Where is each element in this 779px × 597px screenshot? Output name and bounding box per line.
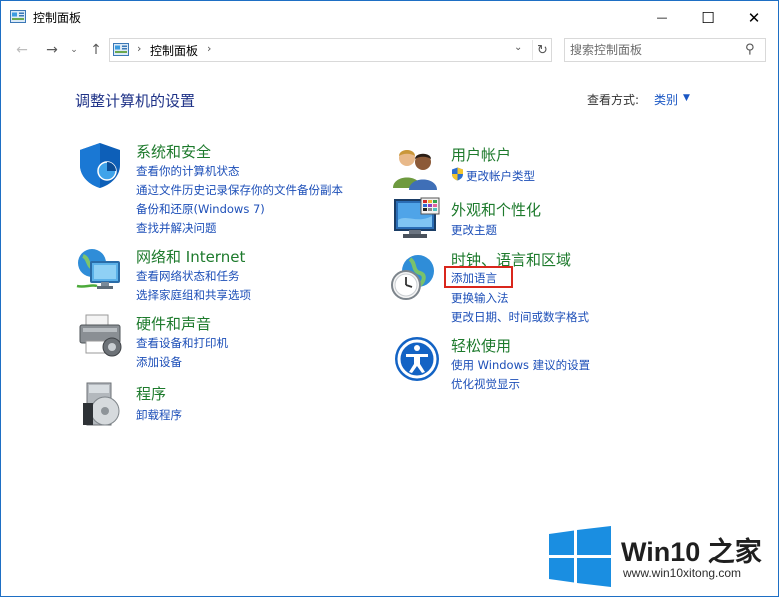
link-homegroup[interactable]: 选择家庭组和共享选项: [136, 287, 251, 303]
search-box[interactable]: ⚲: [564, 38, 766, 62]
recent-locations-button[interactable]: ⌄: [67, 39, 81, 61]
link-optimize-visual-display[interactable]: 优化视觉显示: [451, 376, 520, 392]
maximize-button[interactable]: ☐: [685, 1, 731, 34]
appearance-monitor-icon[interactable]: [393, 196, 441, 244]
watermark-title: Win10 之家: [621, 537, 762, 567]
back-button[interactable]: ←: [11, 39, 33, 61]
minimize-icon: —: [656, 11, 668, 24]
window-title: 控制面板: [33, 11, 82, 25]
link-uninstall-program[interactable]: 卸载程序: [136, 407, 182, 423]
clock-globe-icon[interactable]: [390, 253, 438, 301]
address-dropdown-icon[interactable]: ⌄: [514, 42, 522, 53]
breadcrumb-separator[interactable]: ›: [207, 42, 211, 55]
arrow-right-icon: →: [46, 42, 58, 58]
category-appearance[interactable]: 外观和个性化: [451, 199, 541, 220]
close-icon: ✕: [747, 8, 761, 27]
windows-logo-icon: [549, 526, 611, 587]
category-hardware-sound[interactable]: 硬件和声音: [136, 313, 211, 334]
view-by-dropdown[interactable]: 类别: [654, 91, 678, 108]
search-icon[interactable]: ⚲: [745, 42, 755, 57]
watermark-url: www.win10xitong.com: [623, 566, 742, 580]
uac-shield-icon: [452, 167, 463, 181]
arrow-up-icon: ↑: [90, 42, 102, 58]
category-ease-of-access[interactable]: 轻松使用: [451, 335, 511, 356]
link-change-input-method[interactable]: 更换输入法: [451, 290, 509, 306]
link-change-theme[interactable]: 更改主题: [451, 222, 497, 238]
link-network-status[interactable]: 查看网络状态和任务: [136, 268, 240, 284]
arrow-left-icon: ←: [16, 42, 28, 58]
minimize-button[interactable]: —: [639, 1, 685, 34]
refresh-button[interactable]: ↻: [532, 40, 552, 60]
page-title: 调整计算机的设置: [75, 92, 196, 110]
link-troubleshoot[interactable]: 查找并解决问题: [136, 220, 217, 236]
close-button[interactable]: ✕: [731, 1, 777, 34]
network-globe-icon[interactable]: [75, 246, 123, 294]
refresh-icon: ↻: [537, 42, 548, 58]
breadcrumb[interactable]: 控制面板: [150, 42, 198, 59]
link-add-device[interactable]: 添加设备: [136, 354, 182, 370]
control-panel-icon: [113, 43, 129, 56]
up-button[interactable]: ↑: [86, 39, 106, 61]
shield-icon[interactable]: [76, 141, 124, 189]
address-bar[interactable]: › 控制面板 › ⌄ ↻: [109, 38, 552, 62]
control-panel-icon: [10, 10, 26, 23]
maximize-icon: ☐: [701, 8, 715, 27]
chevron-down-icon: ⌄: [70, 45, 78, 55]
search-input[interactable]: [570, 41, 740, 59]
control-panel-window: 控制面板 — ☐ ✕ ← → ⌄ ↑ › 控制面板 › ⌄ ↻ 搜索控制面板 ⚲…: [0, 0, 779, 597]
link-file-history[interactable]: 通过文件历史记录保存你的文件备份副本: [136, 182, 343, 198]
link-change-date-time-format[interactable]: 更改日期、时间或数字格式: [451, 309, 589, 325]
title-bar: 控制面板 — ☐ ✕: [1, 1, 778, 34]
link-backup-restore[interactable]: 备份和还原(Windows 7): [136, 201, 265, 217]
user-accounts-icon[interactable]: [391, 144, 439, 192]
ease-of-access-icon[interactable]: [393, 335, 441, 383]
category-user-accounts[interactable]: 用户帐户: [451, 144, 511, 165]
programs-icon[interactable]: [79, 381, 127, 429]
breadcrumb-separator[interactable]: ›: [137, 42, 141, 55]
link-view-computer-status[interactable]: 查看你的计算机状态: [136, 163, 240, 179]
link-change-account-type[interactable]: 更改帐户类型: [466, 168, 535, 184]
category-network-internet[interactable]: 网络和 Internet: [136, 246, 245, 267]
view-by-label: 查看方式:: [587, 93, 640, 107]
printer-icon[interactable]: [76, 311, 124, 359]
link-recommended-settings[interactable]: 使用 Windows 建议的设置: [451, 357, 590, 373]
navigation-bar: ← → ⌄ ↑ › 控制面板 › ⌄ ↻ 搜索控制面板 ⚲: [1, 34, 778, 66]
forward-button[interactable]: →: [41, 39, 63, 61]
link-devices-printers[interactable]: 查看设备和打印机: [136, 335, 228, 351]
highlight-annotation: [444, 266, 513, 288]
chevron-down-icon[interactable]: ▼: [683, 93, 690, 103]
category-programs[interactable]: 程序: [136, 383, 166, 404]
category-system-security[interactable]: 系统和安全: [136, 141, 211, 162]
